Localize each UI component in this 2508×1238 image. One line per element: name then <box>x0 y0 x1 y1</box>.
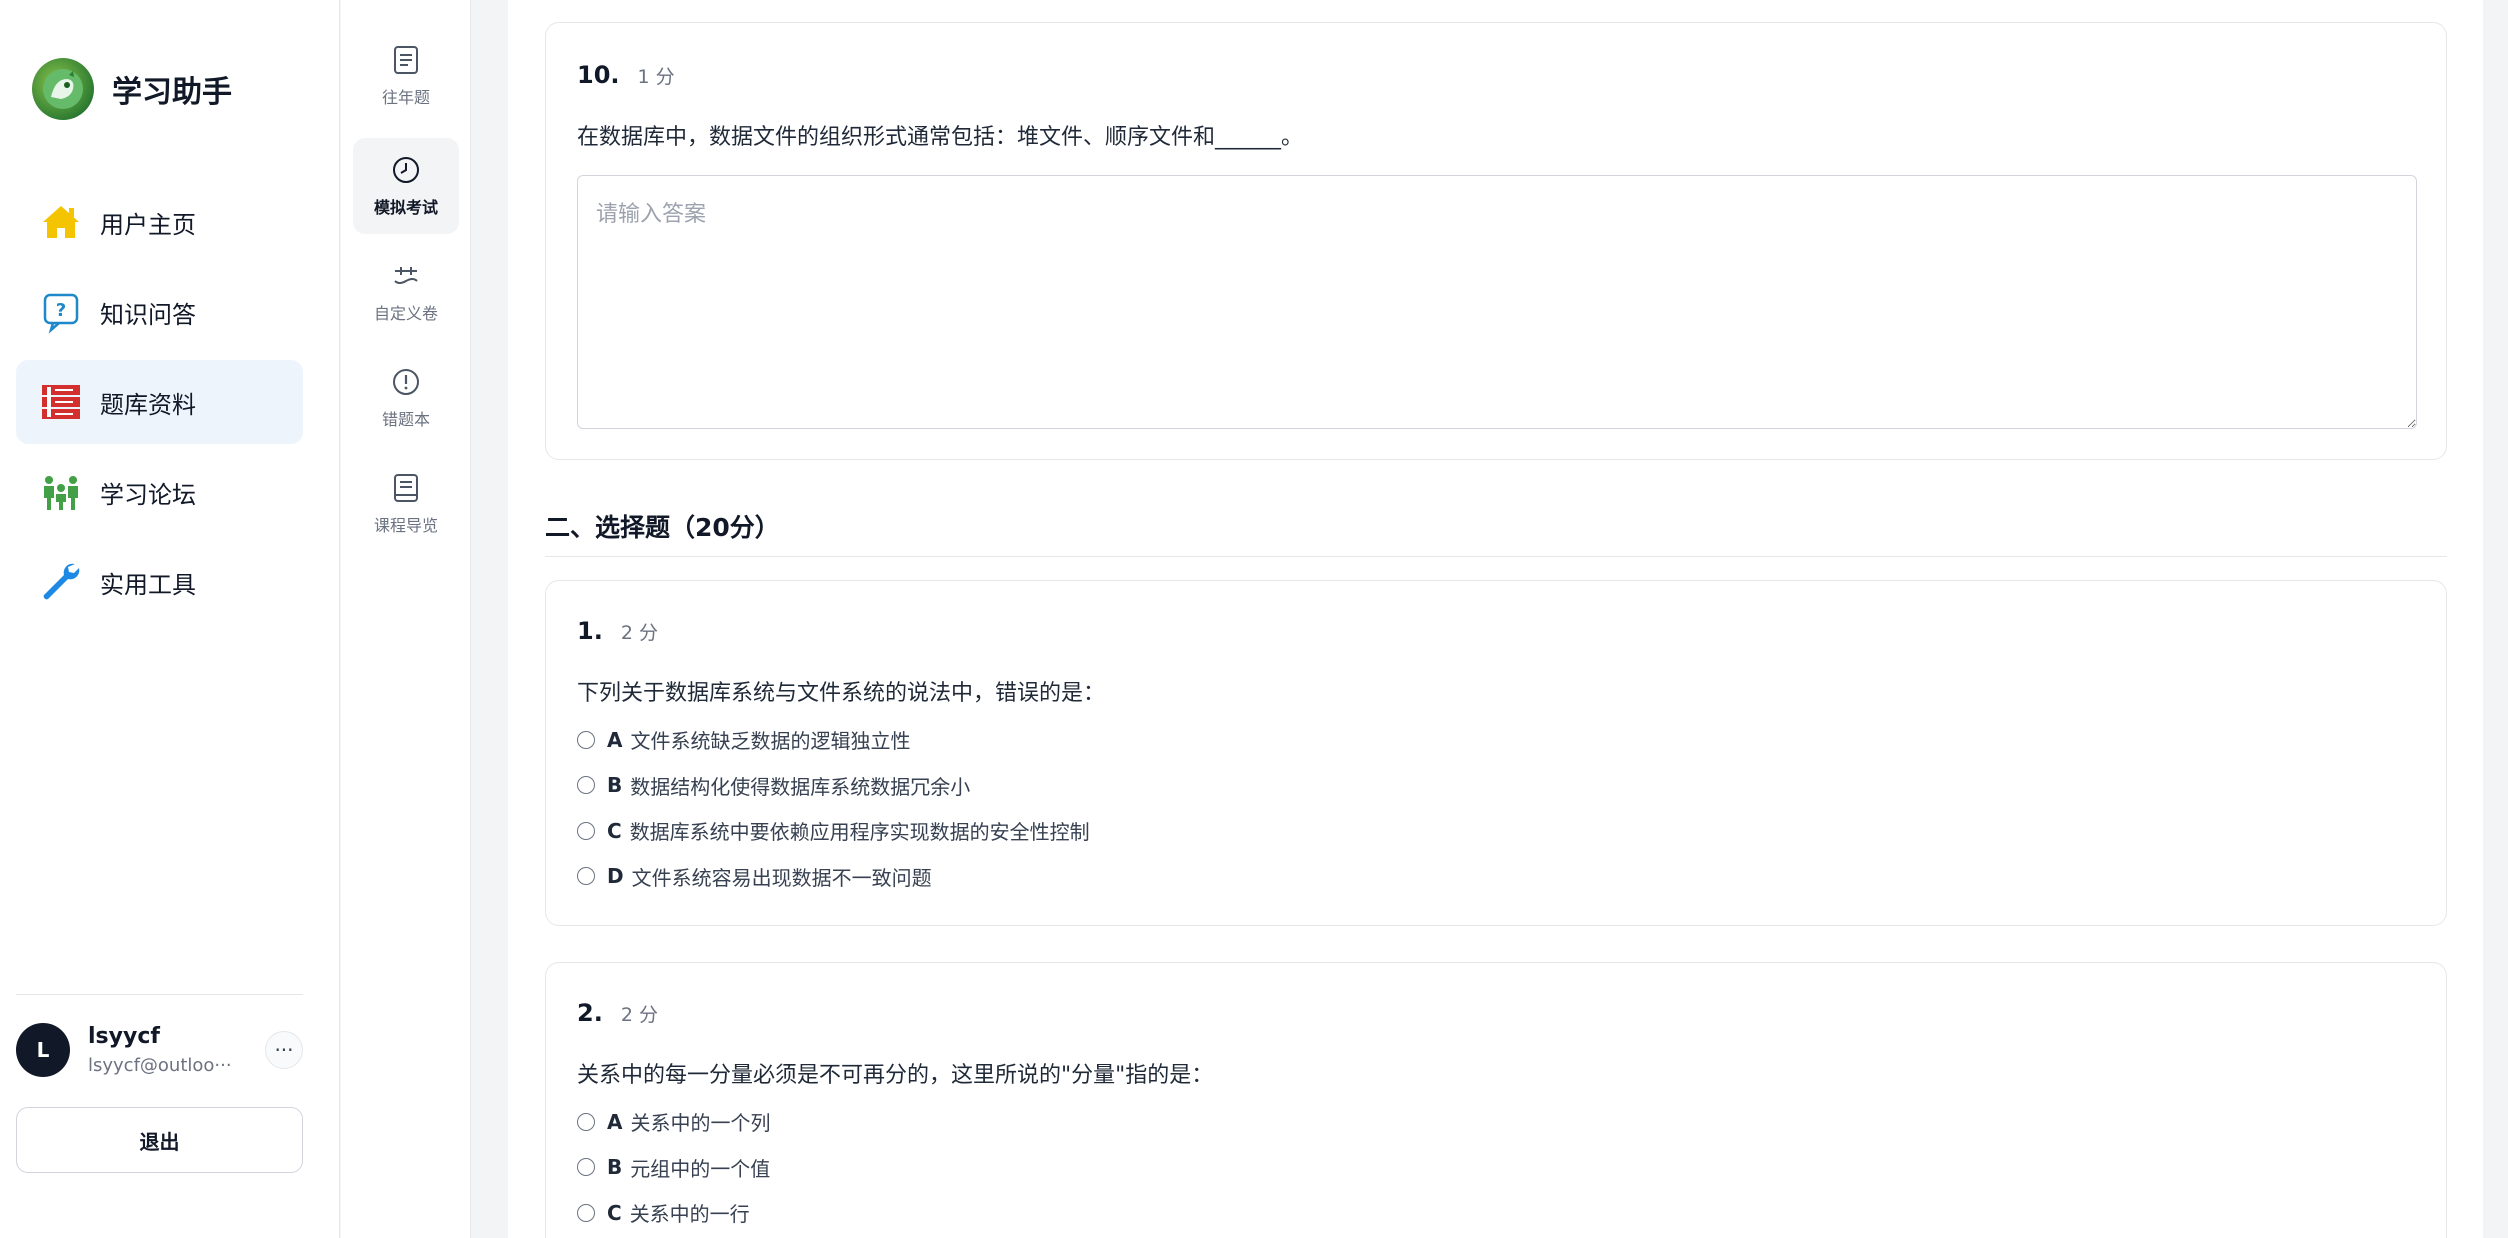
alert-circle-icon <box>390 366 422 398</box>
logout-button[interactable]: 退出 <box>16 1107 303 1173</box>
avatar[interactable]: L <box>16 1023 70 1077</box>
question-number: 1. <box>577 617 603 645</box>
user-info: lsyycf lsyycf@outloo··· <box>88 1024 238 1076</box>
subnav-label: 模拟考试 <box>373 198 438 217</box>
sidebar-item-question-bank[interactable]: 题库资料 <box>16 360 303 444</box>
option-list: A 关系中的一个列 B 元组中的一个值 C 关系中的一行 <box>577 1099 770 1236</box>
question-score: 2 分 <box>620 1004 658 1026</box>
option-letter: C <box>607 1200 622 1225</box>
question-score: 2 分 <box>620 622 658 644</box>
page-scrollbar[interactable] <box>2483 0 2508 1238</box>
subnav-item-mistakes[interactable]: 错题本 <box>353 350 459 446</box>
sidebar-item-label: 知识问答 <box>100 300 196 329</box>
ellipsis-icon: ··· <box>274 1038 294 1062</box>
subnav-label: 错题本 <box>381 410 430 429</box>
question-card-fill-10: 10. 1 分 在数据库中，数据文件的组织形式通常包括：堆文件、顺序文件和___… <box>545 22 2447 460</box>
question-number: 2. <box>577 999 603 1027</box>
question-card-choice-1: 1. 2 分 下列关于数据库系统与文件系统的说法中，错误的是： A 文件系统缺乏… <box>545 580 2447 926</box>
clock-icon <box>390 154 422 186</box>
dragon-logo-icon <box>32 58 94 120</box>
question-bank-icon <box>38 379 84 425</box>
brand[interactable]: 学习助手 <box>32 58 232 120</box>
user-email: lsyycf@outloo··· <box>88 1055 232 1076</box>
question-card-choice-2: 2. 2 分 关系中的每一分量必须是不可再分的，这里所说的"分量"指的是： A … <box>545 962 2447 1238</box>
option-letter: B <box>607 773 623 798</box>
option-text: 数据结构化使得数据库系统数据冗余小 <box>630 774 971 799</box>
option-text: 关系中的一个列 <box>630 1111 771 1136</box>
subnav-label: 往年题 <box>381 88 430 107</box>
subnav-label: 自定义卷 <box>373 304 438 323</box>
option-letter: A <box>607 727 623 752</box>
people-forum-icon <box>38 469 84 515</box>
question-text: 关系中的每一分量必须是不可再分的，这里所说的"分量"指的是： <box>577 1063 1214 1088</box>
option-letter: D <box>607 864 624 889</box>
option-a[interactable]: A 文件系统缺乏数据的逻辑独立性 <box>577 717 1090 763</box>
sidebar-item-qa[interactable]: ? 知识问答 <box>16 270 303 354</box>
question-text: 下列关于数据库系统与文件系统的说法中，错误的是： <box>577 681 1106 706</box>
question-score: 1 分 <box>637 66 675 88</box>
sidebar-item-label: 学习论坛 <box>100 480 196 509</box>
subnav-item-mock-exam[interactable]: 模拟考试 <box>353 138 459 234</box>
sidebar-item-home[interactable]: 用户主页 <box>16 180 303 264</box>
subnav-label: 课程导览 <box>373 516 438 535</box>
home-icon <box>38 199 84 245</box>
option-a[interactable]: A 关系中的一个列 <box>577 1099 770 1145</box>
sidebar-item-label: 用户主页 <box>100 210 196 239</box>
option-b[interactable]: B 数据结构化使得数据库系统数据冗余小 <box>577 763 1090 809</box>
question-bank-subnav: 往年题 模拟考试 自定义卷 错题本 课程导览 <box>341 0 471 1238</box>
book-icon <box>390 472 422 504</box>
question-header: 10. 1 分 <box>577 61 675 89</box>
app-title: 学习助手 <box>112 75 232 110</box>
sidebar: 学习助手 用户主页 ? 知识问答 题库资料 学习论坛 实用工具 L lsyycf… <box>0 0 340 1238</box>
radio-button[interactable] <box>577 1158 595 1177</box>
user-name: lsyycf <box>88 1024 160 1049</box>
subnav-item-past-papers[interactable]: 往年题 <box>353 28 459 124</box>
main-nav: 用户主页 ? 知识问答 题库资料 学习论坛 实用工具 <box>16 180 303 630</box>
section-divider <box>545 556 2447 557</box>
option-text: 元组中的一个值 <box>630 1156 771 1181</box>
document-icon <box>390 44 422 76</box>
option-list: A 文件系统缺乏数据的逻辑独立性 B 数据结构化使得数据库系统数据冗余小 C 数… <box>577 717 1090 899</box>
sidebar-item-forum[interactable]: 学习论坛 <box>16 450 303 534</box>
wrench-icon <box>38 559 84 605</box>
subnav-item-course-guide[interactable]: 课程导览 <box>353 456 459 552</box>
user-profile: L lsyycf lsyycf@outloo··· ··· <box>16 1023 303 1077</box>
option-d[interactable]: D 文件系统容易出现数据不一致问题 <box>577 854 1090 900</box>
option-c[interactable]: C 数据库系统中要依赖应用程序实现数据的安全性控制 <box>577 808 1090 854</box>
radio-button[interactable] <box>577 776 595 795</box>
customize-icon <box>390 260 422 292</box>
user-panel: L lsyycf lsyycf@outloo··· ··· 退出 <box>16 994 303 1173</box>
more-options-button[interactable]: ··· <box>265 1031 303 1069</box>
question-number: 10. <box>577 61 620 89</box>
sidebar-item-label: 题库资料 <box>100 390 196 419</box>
radio-button[interactable] <box>577 730 595 749</box>
option-b[interactable]: B 元组中的一个值 <box>577 1145 770 1191</box>
section-title: 二、选择题（20分） <box>545 513 780 542</box>
question-text: 在数据库中，数据文件的组织形式通常包括：堆文件、顺序文件和______。 <box>577 125 1304 150</box>
option-text: 数据库系统中要依赖应用程序实现数据的安全性控制 <box>629 820 1090 845</box>
sidebar-item-tools[interactable]: 实用工具 <box>16 540 303 624</box>
radio-button[interactable] <box>577 1203 595 1222</box>
question-header: 2. 2 分 <box>577 999 658 1027</box>
option-letter: C <box>607 818 622 843</box>
option-text: 关系中的一行 <box>629 1202 750 1227</box>
sidebar-item-label: 实用工具 <box>100 570 196 599</box>
exam-content[interactable]: 10. 1 分 在数据库中，数据文件的组织形式通常包括：堆文件、顺序文件和___… <box>508 0 2483 1238</box>
radio-button[interactable] <box>577 1112 595 1131</box>
svg-text:?: ? <box>56 300 66 321</box>
option-text: 文件系统缺乏数据的逻辑独立性 <box>630 729 911 754</box>
subnav-item-custom-paper[interactable]: 自定义卷 <box>353 244 459 340</box>
radio-button[interactable] <box>577 821 595 840</box>
option-letter: B <box>607 1155 623 1180</box>
question-header: 1. 2 分 <box>577 617 658 645</box>
question-chat-icon: ? <box>38 289 84 335</box>
radio-button[interactable] <box>577 867 595 886</box>
option-text: 文件系统容易出现数据不一致问题 <box>631 865 932 890</box>
option-letter: A <box>607 1109 623 1134</box>
option-c[interactable]: C 关系中的一行 <box>577 1190 770 1236</box>
answer-input[interactable] <box>577 175 2417 429</box>
